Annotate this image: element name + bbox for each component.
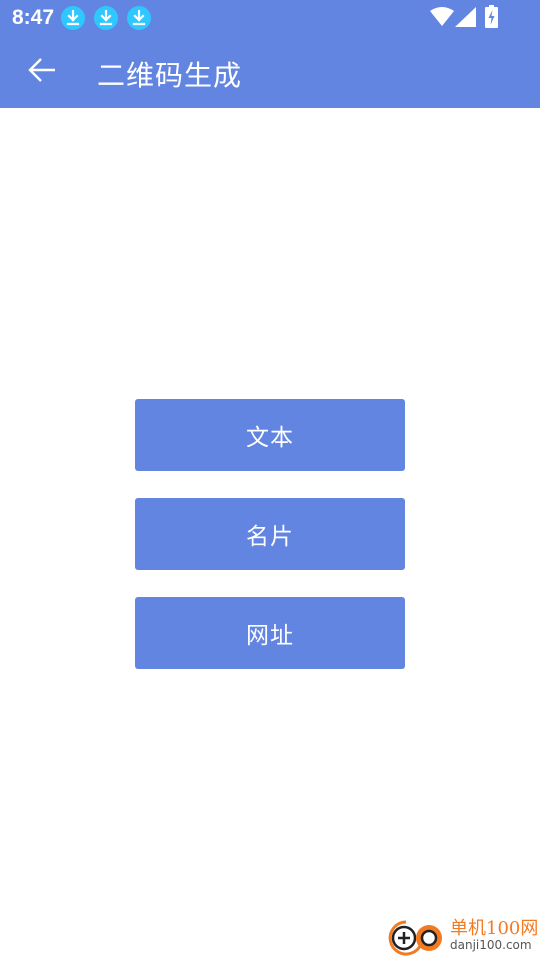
download-icon — [61, 6, 85, 30]
status-time: 8:47 — [12, 6, 55, 29]
business-card-qr-button-label: 名片 — [246, 524, 294, 550]
wifi-icon — [430, 7, 454, 31]
watermark-url: danji100.com — [450, 938, 532, 952]
download-icon — [127, 6, 151, 30]
watermark-logo-icon — [386, 918, 448, 960]
toolbar: 二维码生成 — [0, 36, 540, 108]
watermark-name: 单机100网 — [450, 918, 539, 939]
status-bar: 8:47 — [0, 0, 540, 36]
business-card-qr-button[interactable]: 名片 — [135, 498, 405, 570]
text-qr-button[interactable]: 文本 — [135, 399, 405, 471]
download-icon — [94, 6, 118, 30]
watermark: 单机100网 danji100.com — [386, 914, 539, 960]
url-qr-button[interactable]: 网址 — [135, 597, 405, 669]
screen: 8:47 二维码生成 文本 名片 网址 单机100网 danji100.com — [0, 0, 540, 960]
battery-charging-icon — [485, 5, 498, 32]
url-qr-button-label: 网址 — [246, 623, 294, 649]
app-header: 8:47 二维码生成 — [0, 0, 540, 108]
page-title: 二维码生成 — [97, 59, 243, 92]
back-button[interactable] — [14, 46, 70, 98]
arrow-left-icon — [28, 57, 56, 87]
cell-signal-icon — [455, 7, 476, 31]
text-qr-button-label: 文本 — [246, 425, 294, 451]
